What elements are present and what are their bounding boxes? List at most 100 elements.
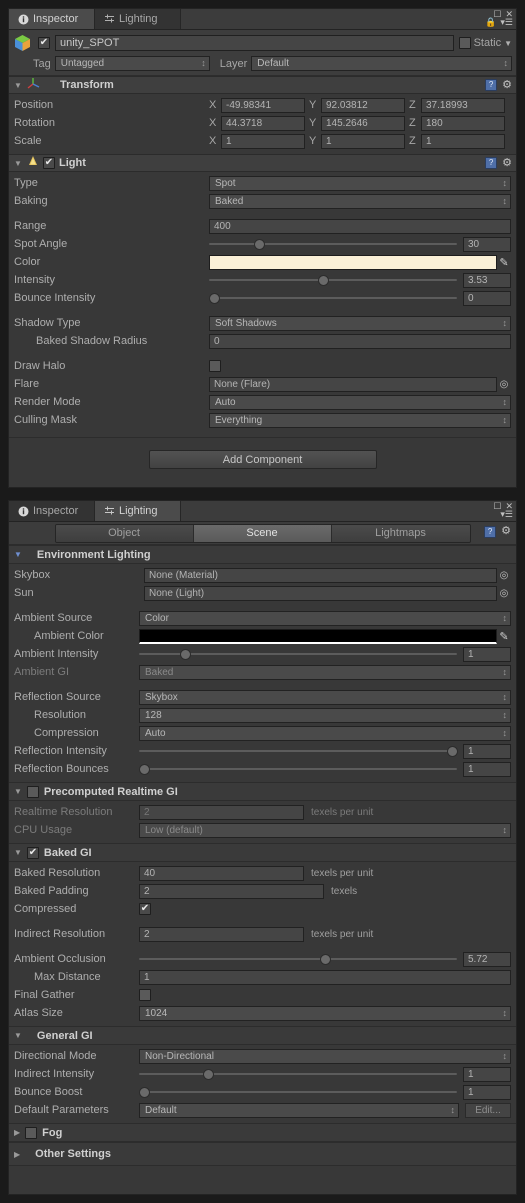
fog-checkbox[interactable] [25, 1126, 38, 1139]
default-parameters-dropdown[interactable]: Default [139, 1102, 459, 1118]
foldout-open-icon[interactable]: ▼ [14, 848, 22, 857]
gear-icon[interactable]: ⚙ [501, 526, 511, 538]
position-x-input[interactable]: -49.98341 [221, 97, 305, 113]
transform-component-header[interactable]: ▼ Transform ? ⚙ [9, 76, 516, 94]
light-flare-input[interactable]: None (Flare) [209, 376, 497, 392]
scale-z-input[interactable]: 1 [421, 133, 505, 149]
object-picker-icon[interactable]: ◎ [497, 570, 511, 581]
light-foldout-icon[interactable]: ▼ [14, 159, 23, 168]
edit-parameters-button[interactable]: Edit... [465, 1102, 511, 1118]
reflection-intensity-input[interactable]: 1 [463, 743, 511, 759]
light-component-header[interactable]: ▼ ✔ Light ? ⚙ [9, 154, 516, 172]
tag-dropdown[interactable]: Untagged [54, 56, 210, 71]
light-intensity-slider[interactable] [209, 273, 457, 287]
light-type-dropdown[interactable]: Spot [209, 175, 511, 191]
atlas-size-dropdown[interactable]: 1024 [139, 1005, 511, 1021]
static-checkbox[interactable] [458, 37, 471, 49]
reflection-resolution-dropdown[interactable]: 128 [139, 707, 511, 723]
light-baking-dropdown[interactable]: Baked [209, 193, 511, 209]
light-range-input[interactable]: 400 [209, 218, 511, 234]
light-enabled-checkbox[interactable]: ✔ [43, 157, 55, 169]
bounce-boost-input[interactable]: 1 [463, 1084, 511, 1100]
skybox-input[interactable]: None (Material) [144, 567, 497, 583]
light-culling-mask-dropdown[interactable]: Everything [209, 412, 511, 428]
other-settings-section-header[interactable]: ▶ Other Settings [9, 1142, 516, 1166]
indirect-resolution-input[interactable]: 2 [139, 926, 304, 942]
final-gather-checkbox[interactable] [139, 989, 151, 1001]
reflection-bounces-input[interactable]: 1 [463, 761, 511, 777]
fog-section-header[interactable]: ▶ Fog [9, 1123, 516, 1142]
foldout-open-icon[interactable]: ▼ [14, 550, 22, 559]
tab-inspector[interactable]: Inspector [9, 501, 95, 521]
static-dropdown-icon[interactable]: ▼ [504, 39, 512, 48]
position-z-input[interactable]: 37.18993 [421, 97, 505, 113]
slider-knob[interactable] [447, 746, 459, 757]
slider-knob[interactable] [209, 293, 220, 304]
light-baked-shadow-radius-input[interactable]: 0 [209, 333, 511, 349]
tab-inspector[interactable]: Inspector [9, 9, 95, 29]
light-color-swatch[interactable] [209, 254, 497, 270]
ambient-color-swatch[interactable] [139, 628, 497, 644]
light-shadow-type-dropdown[interactable]: Soft Shadows [209, 315, 511, 331]
eyedropper-icon[interactable]: ✎ [497, 256, 511, 269]
transform-foldout-icon[interactable]: ▼ [14, 81, 23, 90]
rotation-z-input[interactable]: 180 [421, 115, 505, 131]
light-bounce-intensity-slider[interactable] [209, 291, 457, 305]
layer-dropdown[interactable]: Default [251, 56, 512, 71]
gear-icon[interactable]: ⚙ [502, 79, 512, 91]
max-distance-input[interactable]: 1 [139, 969, 511, 985]
bounce-boost-slider[interactable] [139, 1085, 457, 1099]
foldout-closed-icon[interactable]: ▶ [14, 1150, 20, 1159]
directional-mode-dropdown[interactable]: Non-Directional [139, 1048, 511, 1064]
ambient-intensity-input[interactable]: 1 [463, 646, 511, 662]
slider-knob[interactable] [139, 764, 150, 775]
ambient-source-dropdown[interactable]: Color [139, 610, 511, 626]
baked-padding-input[interactable]: 2 [139, 883, 324, 899]
light-spot-angle-slider[interactable] [209, 237, 457, 251]
object-picker-icon[interactable]: ◎ [497, 379, 511, 390]
tab-lighting[interactable]: Lighting [95, 9, 181, 29]
light-spot-angle-input[interactable]: 30 [463, 236, 511, 252]
foldout-open-icon[interactable]: ▼ [14, 787, 22, 796]
sun-input[interactable]: None (Light) [144, 585, 497, 601]
slider-knob[interactable] [139, 1087, 150, 1098]
light-bounce-intensity-input[interactable]: 0 [463, 290, 511, 306]
baked-resolution-input[interactable]: 40 [139, 865, 304, 881]
tab-scene[interactable]: Scene [193, 524, 332, 542]
scale-x-input[interactable]: 1 [221, 133, 305, 149]
position-y-input[interactable]: 92.03812 [321, 97, 405, 113]
light-intensity-input[interactable]: 3.53 [463, 272, 511, 288]
rotation-y-input[interactable]: 145.2646 [321, 115, 405, 131]
tab-object[interactable]: Object [55, 524, 194, 542]
object-picker-icon[interactable]: ◎ [497, 588, 511, 599]
scale-y-input[interactable]: 1 [321, 133, 405, 149]
ambient-occlusion-input[interactable]: 5.72 [463, 951, 511, 967]
slider-knob[interactable] [320, 954, 332, 965]
precomputed-realtime-gi-checkbox[interactable] [26, 785, 39, 798]
slider-knob[interactable] [202, 1069, 214, 1080]
gear-icon[interactable]: ⚙ [502, 157, 512, 169]
baked-gi-section-header[interactable]: ▼ ✔ Baked GI [9, 843, 516, 862]
add-component-button[interactable]: Add Component [148, 450, 377, 469]
gameobject-enabled-checkbox[interactable]: ✔ [38, 37, 50, 49]
help-icon[interactable]: ? [484, 526, 497, 538]
slider-knob[interactable] [318, 275, 330, 286]
light-render-mode-dropdown[interactable]: Auto [209, 394, 511, 410]
baked-gi-checkbox[interactable]: ✔ [26, 846, 39, 859]
lock-icon[interactable]: 🔒 [485, 18, 496, 27]
reflection-compression-dropdown[interactable]: Auto [139, 725, 511, 741]
compressed-checkbox[interactable]: ✔ [139, 903, 151, 915]
indirect-intensity-slider[interactable] [139, 1067, 457, 1081]
tab-lightmaps[interactable]: Lightmaps [331, 524, 470, 542]
reflection-source-dropdown[interactable]: Skybox [139, 689, 511, 705]
ambient-occlusion-slider[interactable] [139, 952, 457, 966]
reflection-intensity-slider[interactable] [139, 744, 459, 758]
slider-knob[interactable] [253, 239, 265, 250]
help-icon[interactable]: ? [485, 79, 498, 91]
tab-lighting[interactable]: Lighting [95, 501, 181, 521]
dropdown-menu-icon[interactable]: ▾☰ [500, 510, 513, 519]
foldout-open-icon[interactable]: ▼ [14, 1031, 22, 1040]
eyedropper-icon[interactable]: ✎ [497, 630, 511, 643]
foldout-closed-icon[interactable]: ▶ [14, 1128, 20, 1137]
ambient-intensity-slider[interactable] [139, 647, 457, 661]
